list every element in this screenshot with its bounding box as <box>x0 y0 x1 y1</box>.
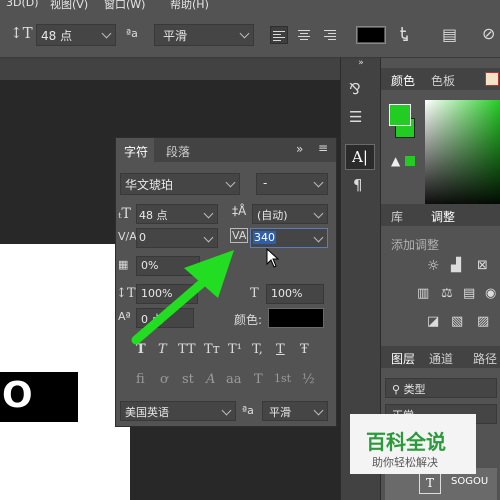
watermark: 百科全说 助你轻松解决 <box>350 414 476 474</box>
watermark-subtitle: 助你轻松解决 <box>372 456 438 469</box>
watermark-title: 百科全说 <box>366 430 446 454</box>
mouse-cursor-icon <box>266 248 280 268</box>
